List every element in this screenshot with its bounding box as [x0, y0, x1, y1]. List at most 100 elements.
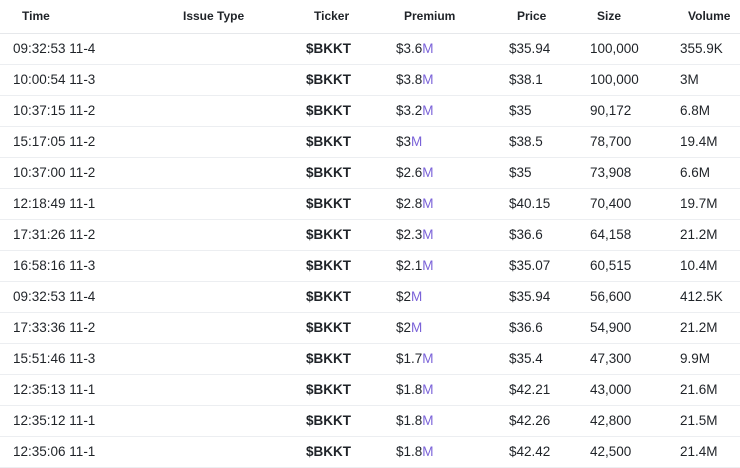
cell-volume: 355.9K: [680, 41, 723, 56]
cell-premium: $1.7M: [396, 344, 434, 374]
table-row[interactable]: 17:31:26 11-2 $BKKT $2.3M $36.6 64,158 21.2M: [0, 220, 740, 251]
cell-time: 15:51:46 11-3: [13, 351, 96, 366]
column-header-size[interactable]: Size: [597, 0, 621, 33]
table-header: Time Issue Type Ticker Premium Price Siz…: [0, 0, 740, 34]
cell-time: 12:18:49 11-1: [13, 196, 96, 211]
ticker-link[interactable]: $BKKT: [306, 344, 351, 374]
premium-value: $3.6: [396, 41, 423, 56]
premium-unit: M: [422, 165, 434, 180]
cell-volume: 9.9M: [680, 351, 711, 366]
premium-value: $2: [396, 320, 412, 335]
table-row[interactable]: 12:35:06 11-1 $BKKT $1.8M $42.42 42,500 21.4M: [0, 437, 740, 468]
cell-volume: 3M: [680, 72, 699, 87]
premium-unit: M: [422, 258, 434, 273]
cell-size: 78,700: [590, 134, 632, 149]
ticker-link[interactable]: $BKKT: [306, 437, 351, 467]
cell-size: 100,000: [590, 72, 639, 87]
cell-price: $38.1: [509, 72, 543, 87]
cell-time: 16:58:16 11-3: [13, 258, 96, 273]
cell-time: 17:31:26 11-2: [13, 227, 96, 242]
ticker-link[interactable]: $BKKT: [306, 34, 351, 64]
column-header-issue-type[interactable]: Issue Type: [183, 0, 244, 33]
ticker-link[interactable]: $BKKT: [306, 65, 351, 95]
ticker-link[interactable]: $BKKT: [306, 220, 351, 250]
cell-size: 42,500: [590, 444, 632, 459]
ticker-link[interactable]: $BKKT: [306, 158, 351, 188]
trades-table: Time Issue Type Ticker Premium Price Siz…: [0, 0, 740, 468]
premium-unit: M: [422, 413, 434, 428]
ticker-link[interactable]: $BKKT: [306, 251, 351, 281]
premium-value: $3.8: [396, 72, 423, 87]
table-row[interactable]: 12:18:49 11-1 $BKKT $2.8M $40.15 70,400 19.7M: [0, 189, 740, 220]
cell-size: 42,800: [590, 413, 632, 428]
ticker-link[interactable]: $BKKT: [306, 313, 351, 343]
column-header-price[interactable]: Price: [517, 0, 546, 33]
cell-volume: 19.7M: [680, 196, 718, 211]
column-header-volume[interactable]: Volume: [688, 0, 730, 33]
cell-time: 10:00:54 11-3: [13, 72, 96, 87]
ticker-link[interactable]: $BKKT: [306, 189, 351, 219]
table-body: 09:32:53 11-4 $BKKT $3.6M $35.94 100,000 355.…: [0, 34, 740, 468]
cell-volume: 10.4M: [680, 258, 718, 273]
premium-unit: M: [422, 103, 434, 118]
premium-unit: M: [422, 351, 434, 366]
table-row[interactable]: 17:33:36 11-2 $BKKT $2M $36.6 54,900 21.2M: [0, 313, 740, 344]
column-header-premium[interactable]: Premium: [404, 0, 455, 33]
premium-value: $1.8: [396, 444, 423, 459]
cell-size: 73,908: [590, 165, 632, 180]
ticker-link[interactable]: $BKKT: [306, 406, 351, 436]
cell-volume: 19.4M: [680, 134, 718, 149]
cell-volume: 412.5K: [680, 289, 723, 304]
table-row[interactable]: 10:37:00 11-2 $BKKT $2.6M $35 73,908 6.6M: [0, 158, 740, 189]
cell-premium: $3M: [396, 127, 422, 157]
premium-value: $1.7: [396, 351, 423, 366]
table-row[interactable]: 12:35:13 11-1 $BKKT $1.8M $42.21 43,000 21.6M: [0, 375, 740, 406]
cell-premium: $1.8M: [396, 406, 434, 436]
cell-volume: 6.8M: [680, 103, 711, 118]
table-row[interactable]: 12:35:12 11-1 $BKKT $1.8M $42.26 42,800 21.5M: [0, 406, 740, 437]
cell-premium: $3.8M: [396, 65, 434, 95]
table-row[interactable]: 09:32:53 11-4 $BKKT $3.6M $35.94 100,000 355.…: [0, 34, 740, 65]
cell-price: $35: [509, 165, 532, 180]
premium-value: $1.8: [396, 382, 423, 397]
premium-unit: M: [411, 320, 423, 335]
column-header-time[interactable]: Time: [22, 0, 50, 33]
cell-volume: 21.5M: [680, 413, 718, 428]
cell-volume: 21.4M: [680, 444, 718, 459]
premium-value: $3.2: [396, 103, 423, 118]
table-row[interactable]: 15:51:46 11-3 $BKKT $1.7M $35.4 47,300 9.9M: [0, 344, 740, 375]
premium-unit: M: [422, 444, 434, 459]
cell-time: 12:35:13 11-1: [13, 382, 96, 397]
cell-price: $35.94: [509, 41, 551, 56]
cell-price: $35: [509, 103, 532, 118]
table-row[interactable]: 09:32:53 11-4 $BKKT $2M $35.94 56,600 412.5K: [0, 282, 740, 313]
cell-price: $42.42: [509, 444, 551, 459]
cell-volume: 21.6M: [680, 382, 718, 397]
ticker-link[interactable]: $BKKT: [306, 96, 351, 126]
cell-time: 09:32:53 11-4: [13, 289, 96, 304]
column-header-ticker[interactable]: Ticker: [314, 0, 349, 33]
cell-price: $42.21: [509, 382, 551, 397]
table-row[interactable]: 10:00:54 11-3 $BKKT $3.8M $38.1 100,000 3M: [0, 65, 740, 96]
premium-unit: M: [422, 41, 434, 56]
cell-time: 10:37:15 11-2: [13, 103, 96, 118]
cell-price: $36.6: [509, 227, 543, 242]
table-row[interactable]: 16:58:16 11-3 $BKKT $2.1M $35.07 60,515 10.4M: [0, 251, 740, 282]
premium-unit: M: [422, 382, 434, 397]
cell-premium: $2.6M: [396, 158, 434, 188]
cell-time: 10:37:00 11-2: [13, 165, 96, 180]
table-row[interactable]: 10:37:15 11-2 $BKKT $3.2M $35 90,172 6.8M: [0, 96, 740, 127]
ticker-link[interactable]: $BKKT: [306, 375, 351, 405]
ticker-link[interactable]: $BKKT: [306, 282, 351, 312]
premium-unit: M: [422, 227, 434, 242]
premium-unit: M: [411, 289, 423, 304]
cell-size: 60,515: [590, 258, 632, 273]
premium-unit: M: [422, 196, 434, 211]
cell-premium: $2.1M: [396, 251, 434, 281]
table-row[interactable]: 15:17:05 11-2 $BKKT $3M $38.5 78,700 19.4M: [0, 127, 740, 158]
cell-size: 64,158: [590, 227, 632, 242]
ticker-link[interactable]: $BKKT: [306, 127, 351, 157]
cell-price: $40.15: [509, 196, 551, 211]
cell-price: $35.4: [509, 351, 543, 366]
cell-time: 17:33:36 11-2: [13, 320, 96, 335]
